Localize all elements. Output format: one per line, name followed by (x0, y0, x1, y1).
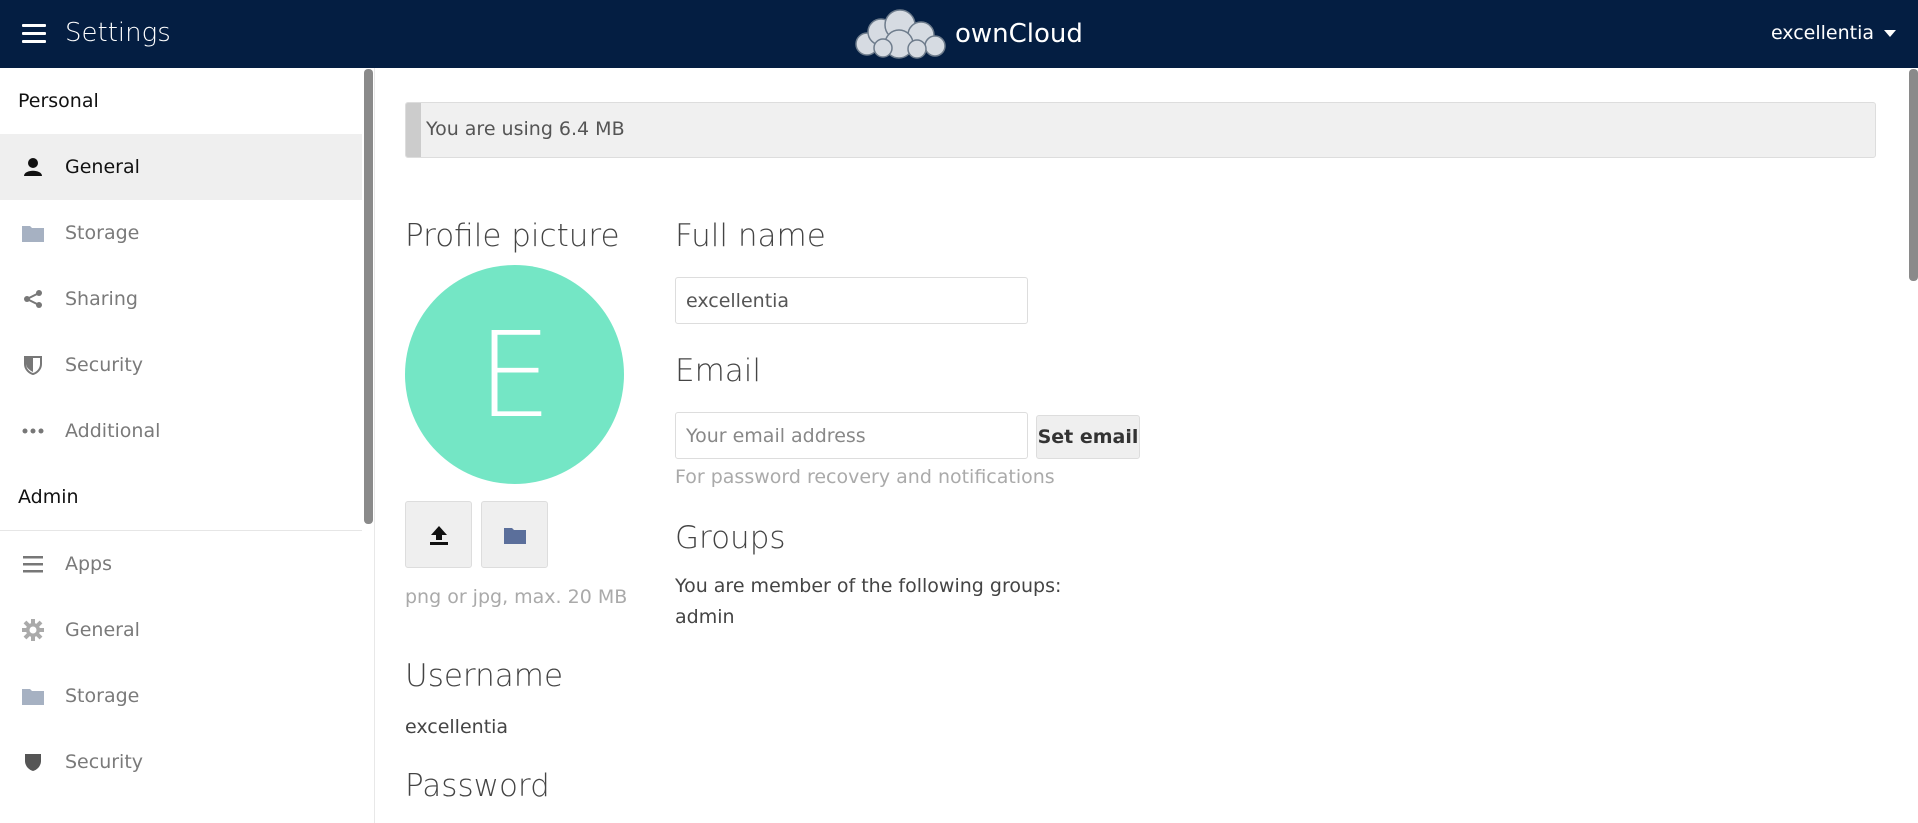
groups-title: Groups (675, 520, 786, 556)
owncloud-logo[interactable]: ownCloud (853, 8, 1083, 60)
sidebar-section-admin: Admin (18, 486, 79, 508)
quota-bar: You are using 6.4 MB (405, 102, 1876, 158)
top-header: Settings ownCloud excellentia (0, 0, 1918, 68)
app-title: Settings (65, 18, 171, 48)
quota-fill (406, 103, 421, 157)
groups-value: admin (675, 606, 735, 628)
folder-icon (503, 527, 526, 544)
sidebar-item-apps[interactable]: Apps (0, 531, 362, 597)
sidebar-item-label: Additional (65, 420, 161, 442)
caret-down-icon (1884, 29, 1896, 37)
set-email-button[interactable]: Set email (1036, 415, 1140, 459)
sidebar: Personal General Storage Sharing Securit… (0, 68, 375, 823)
email-title: Email (675, 353, 762, 389)
password-title: Password (405, 768, 550, 804)
sidebar-item-label: General (65, 619, 140, 641)
folder-icon (21, 684, 45, 708)
avatar: E (405, 265, 624, 484)
sidebar-item-admin-security[interactable]: Security (0, 729, 362, 795)
more-icon (21, 419, 45, 443)
share-icon (21, 287, 45, 311)
shield-icon (21, 750, 45, 774)
sidebar-item-general[interactable]: General (0, 134, 362, 200)
upload-button[interactable] (405, 501, 472, 568)
username-value: excellentia (405, 716, 509, 738)
upload-icon (429, 525, 448, 545)
select-from-files-button[interactable] (481, 501, 548, 568)
list-icon (21, 552, 45, 576)
logo-text: ownCloud (955, 19, 1083, 49)
email-field[interactable] (675, 412, 1028, 459)
sidebar-item-label: General (65, 156, 140, 178)
full-name-field[interactable] (675, 277, 1028, 324)
sidebar-section-personal: Personal (18, 90, 99, 112)
quota-text: You are using 6.4 MB (426, 118, 625, 140)
sidebar-item-additional[interactable]: Additional (0, 398, 362, 464)
sidebar-item-label: Security (65, 751, 144, 773)
sidebar-scrollbar[interactable] (364, 69, 373, 524)
cloud-icon (855, 9, 946, 59)
sidebar-item-admin-storage[interactable]: Storage (0, 663, 362, 729)
full-name-title: Full name (675, 218, 826, 254)
username-title: Username (405, 658, 564, 694)
sidebar-item-sharing[interactable]: Sharing (0, 266, 362, 332)
sidebar-item-label: Storage (65, 222, 140, 244)
sidebar-item-label: Security (65, 354, 144, 376)
main-content: You are using 6.4 MB Profile picture E p… (376, 68, 1918, 823)
shield-icon (21, 353, 45, 377)
groups-text: You are member of the following groups: (675, 575, 1062, 597)
profile-picture-hint: png or jpg, max. 20 MB (405, 586, 628, 608)
sidebar-item-label: Storage (65, 685, 140, 707)
sidebar-item-security[interactable]: Security (0, 332, 362, 398)
user-menu[interactable]: excellentia (1771, 22, 1896, 44)
user-name: excellentia (1770, 22, 1874, 44)
folder-icon (21, 221, 45, 245)
gear-icon (21, 618, 45, 642)
sidebar-item-label: Apps (65, 553, 113, 575)
sidebar-item-label: Sharing (65, 288, 138, 310)
menu-icon[interactable] (22, 24, 46, 44)
sidebar-item-storage[interactable]: Storage (0, 200, 362, 266)
profile-picture-title: Profile picture (405, 218, 620, 254)
main-scrollbar[interactable] (1909, 69, 1918, 281)
user-icon (21, 155, 45, 179)
email-hint: For password recovery and notifications (675, 466, 1055, 488)
sidebar-item-admin-general[interactable]: General (0, 597, 362, 663)
